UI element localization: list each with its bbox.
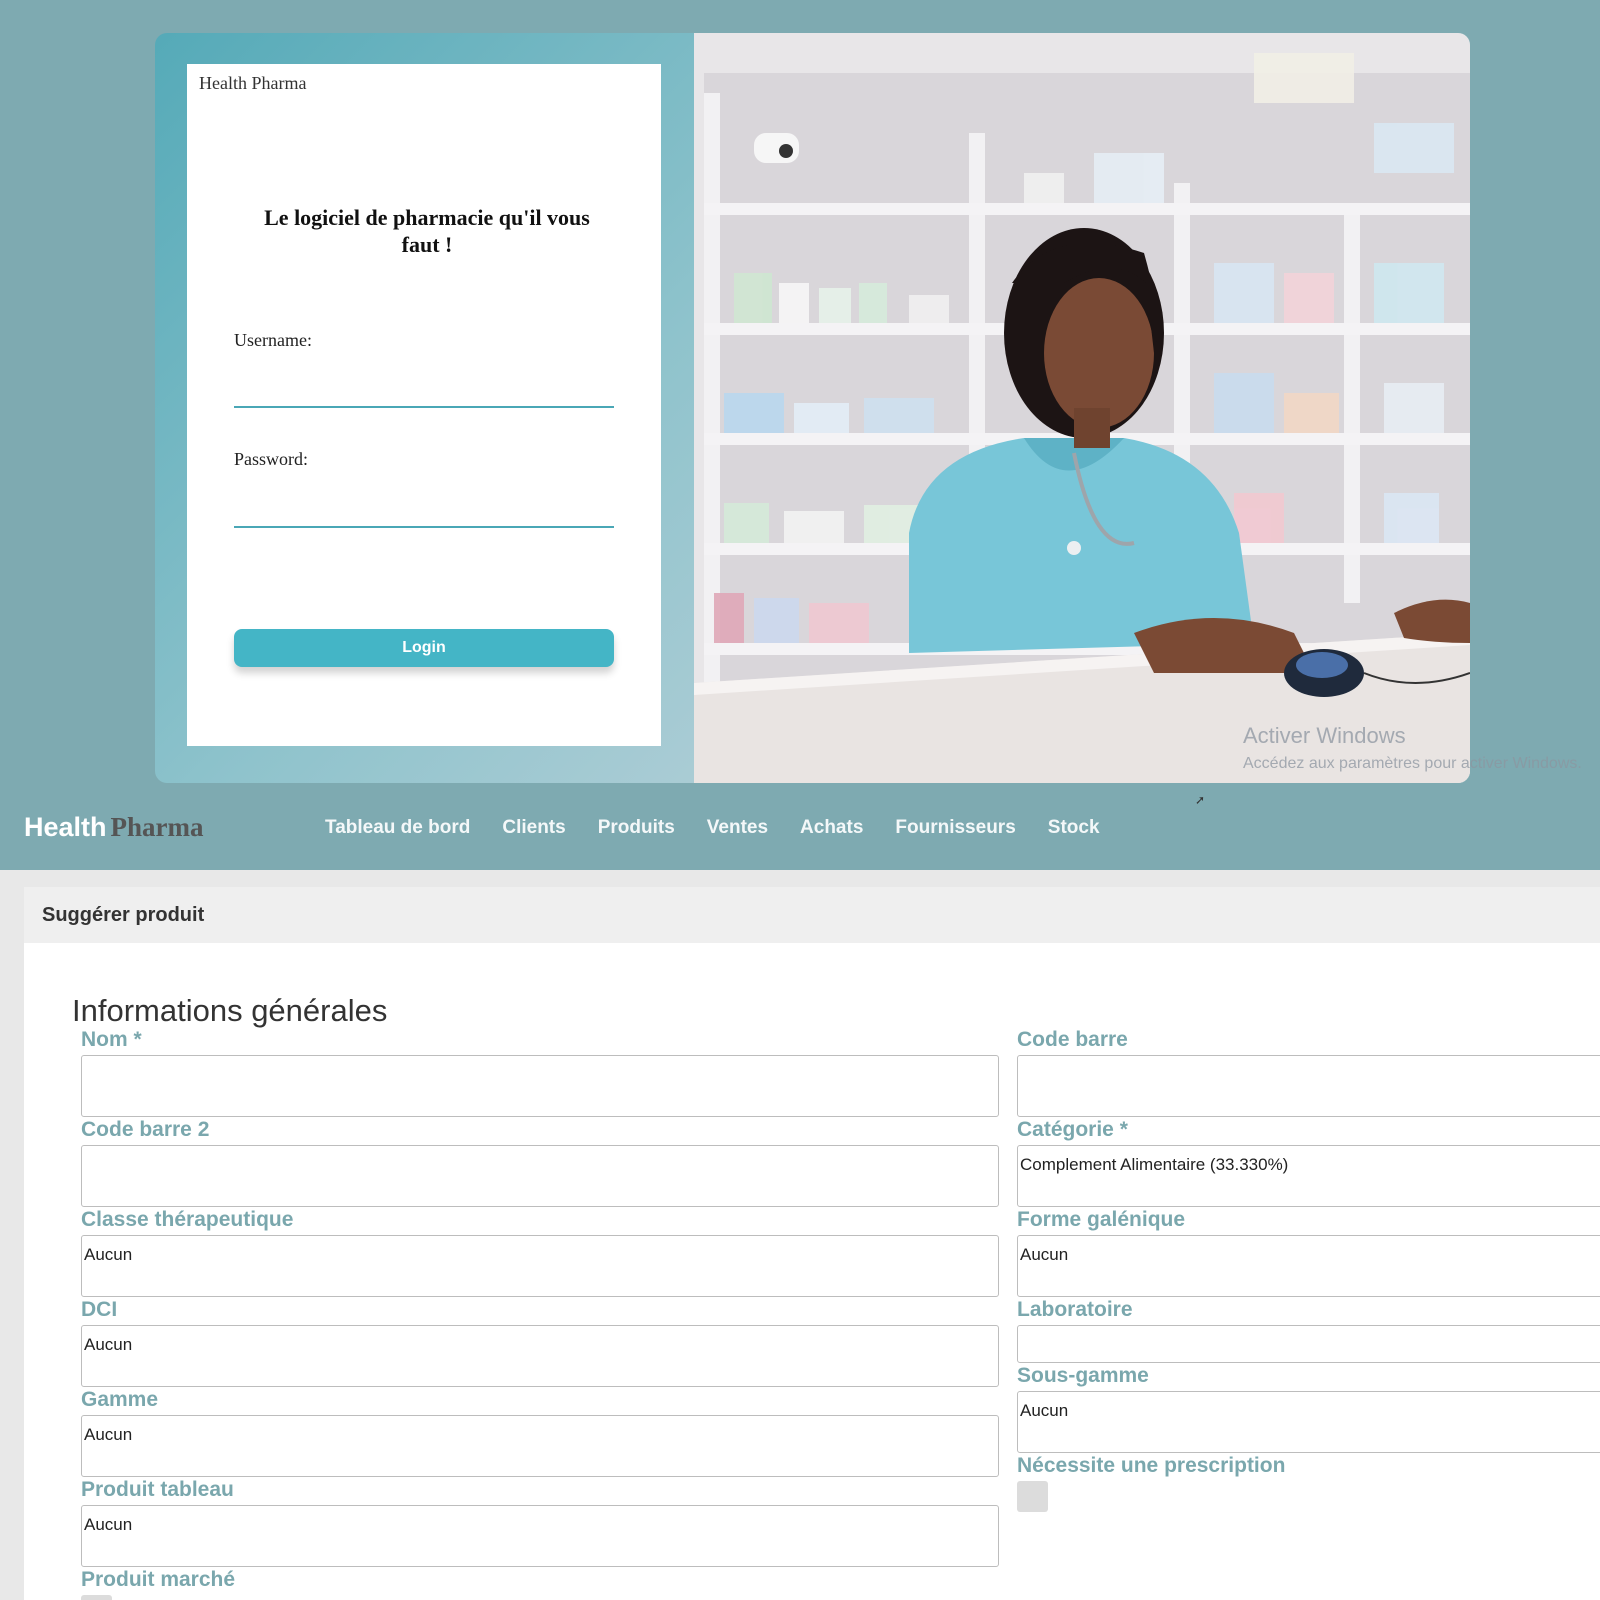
login-brand: Health Pharma: [199, 73, 307, 93]
nav-brand-health: Health: [24, 812, 107, 842]
select-laboratoire[interactable]: [1017, 1325, 1600, 1363]
section-title: Informations générales: [72, 993, 388, 1028]
input-code-barre[interactable]: [1017, 1055, 1600, 1117]
nav-item-fournisseurs[interactable]: Fournisseurs: [895, 817, 1015, 839]
pharmacy-illustration: [694, 33, 1470, 783]
login-card: Health Pharma Le logiciel de pharmacie q…: [155, 33, 1470, 783]
label-gamme: Gamme: [81, 1388, 159, 1411]
label-categorie: Catégorie *: [1017, 1118, 1128, 1141]
nav-menu: Tableau de bord Clients Produits Ventes …: [325, 817, 1132, 839]
login-panel: Health Pharma Le logiciel de pharmacie q…: [187, 64, 661, 746]
label-necessite-prescription: Nécessite une prescription: [1017, 1454, 1286, 1477]
label-code-barre: Code barre: [1017, 1028, 1128, 1051]
watermark-subtitle: Accédez aux paramètres pour activer Wind…: [1243, 755, 1582, 772]
label-laboratoire: Laboratoire: [1017, 1298, 1133, 1321]
select-dci[interactable]: Aucun: [81, 1325, 999, 1387]
checkbox-produit-marche[interactable]: [81, 1595, 112, 1600]
windows-activation-watermark: Activer Windows Accédez aux paramètres p…: [1243, 723, 1582, 773]
select-gamme[interactable]: Aucun: [81, 1415, 999, 1477]
nav-item-produits[interactable]: Produits: [598, 817, 675, 839]
nav-item-clients[interactable]: Clients: [502, 817, 565, 839]
card-header: Suggérer produit: [24, 887, 1600, 943]
checkbox-necessite-prescription[interactable]: [1017, 1481, 1048, 1512]
login-button[interactable]: Login: [234, 629, 614, 667]
input-nom[interactable]: [81, 1055, 999, 1117]
select-sous-gamme[interactable]: Aucun: [1017, 1391, 1600, 1453]
nav-item-stock[interactable]: Stock: [1048, 817, 1100, 839]
mouse-cursor-icon: ➚: [1195, 793, 1206, 807]
nav-brand[interactable]: Health Pharma: [24, 812, 204, 843]
nav-item-tableau-de-bord[interactable]: Tableau de bord: [325, 817, 470, 839]
label-produit-tableau: Produit tableau: [81, 1478, 234, 1501]
watermark-title: Activer Windows: [1243, 723, 1406, 748]
label-forme-galenique: Forme galénique: [1017, 1208, 1186, 1231]
username-label: Username:: [234, 330, 312, 350]
top-nav: Health Pharma Tableau de bord Clients Pro…: [0, 790, 1600, 870]
select-classe-therapeutique[interactable]: Aucun: [81, 1235, 999, 1297]
select-categorie[interactable]: Complement Alimentaire (33.330%): [1017, 1145, 1600, 1207]
label-code-barre-2: Code barre 2: [81, 1118, 210, 1141]
suggest-product-card: Suggérer produit Informations générales …: [24, 887, 1600, 1600]
nav-item-ventes[interactable]: Ventes: [707, 817, 768, 839]
nav-item-achats[interactable]: Achats: [800, 817, 863, 839]
label-dci: DCI: [81, 1298, 118, 1321]
select-forme-galenique[interactable]: Aucun: [1017, 1235, 1600, 1297]
password-label: Password:: [234, 449, 309, 469]
page-body: Suggérer produit Informations générales …: [0, 870, 1600, 1600]
label-produit-marche: Produit marché: [81, 1568, 236, 1591]
nav-brand-pharma: Pharma: [110, 812, 204, 842]
select-produit-tableau[interactable]: Aucun: [81, 1505, 999, 1567]
label-sous-gamme: Sous-gamme: [1017, 1364, 1149, 1387]
username-input[interactable]: [234, 378, 614, 408]
password-input[interactable]: [234, 498, 614, 528]
input-code-barre-2[interactable]: [81, 1145, 999, 1207]
pharmacist-photo: [694, 33, 1470, 783]
login-tagline: Le logiciel de pharmacie qu'il vous faut…: [264, 205, 590, 257]
label-nom: Nom *: [81, 1028, 142, 1051]
label-classe-therapeutique: Classe thérapeutique: [81, 1208, 294, 1231]
